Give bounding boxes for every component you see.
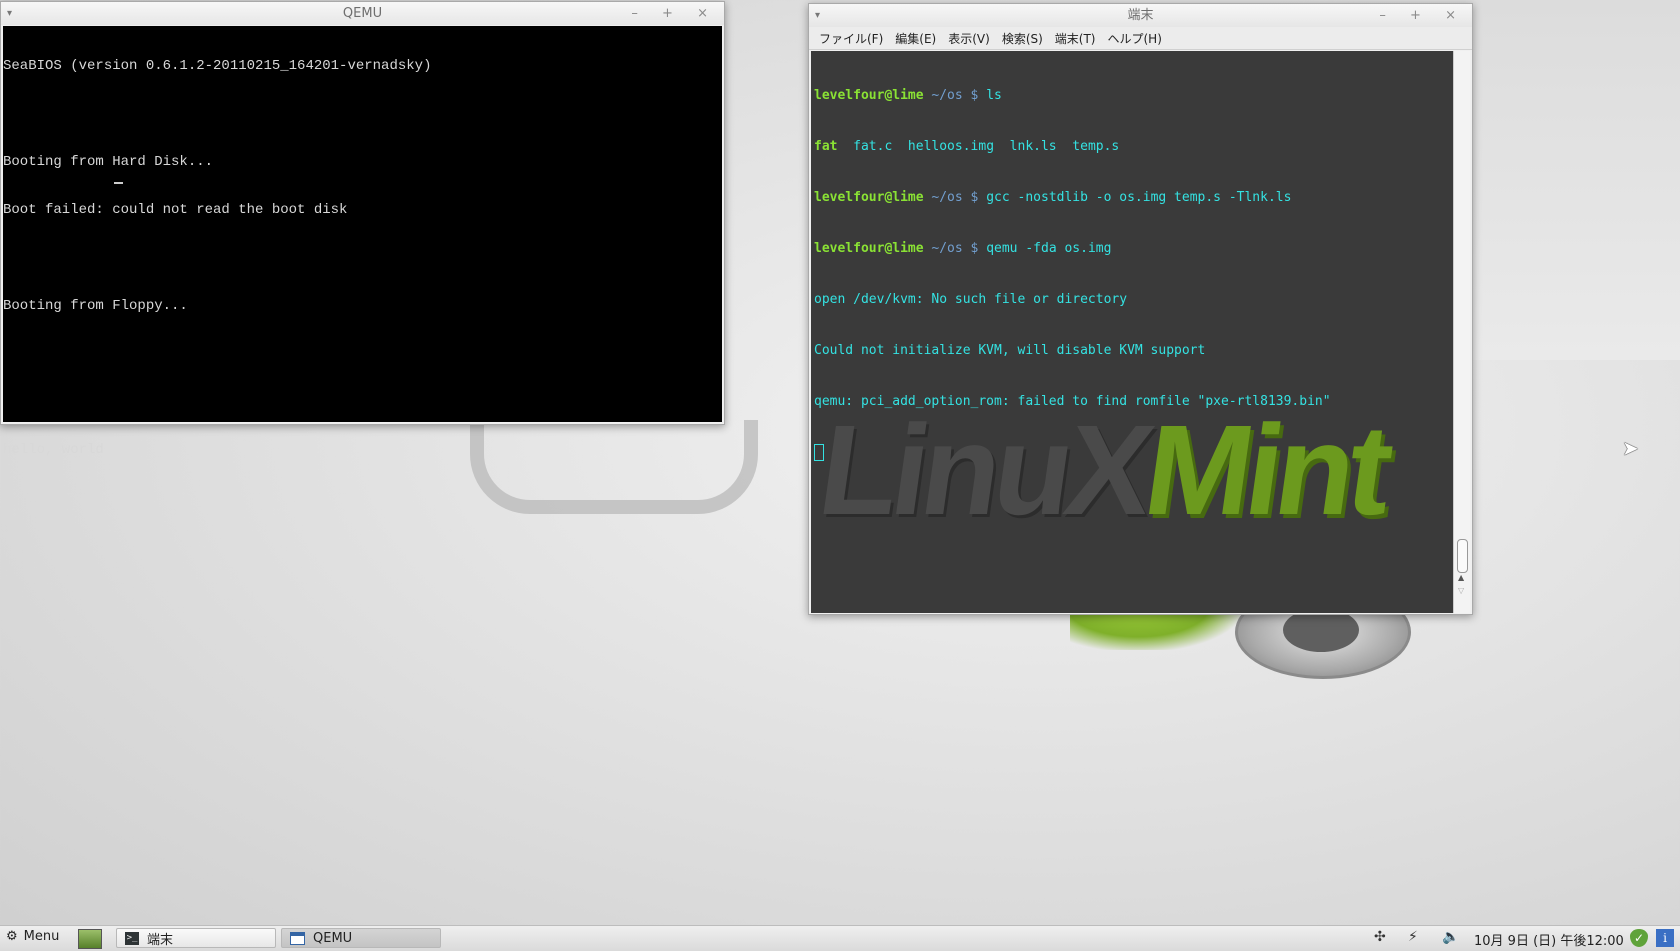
maximize-button[interactable]: + xyxy=(662,6,683,21)
menu-file[interactable]: ファイル(F) xyxy=(819,30,883,47)
terminal-line: open /dev/kvm: No such file or directory xyxy=(814,292,1128,307)
window-menu-icon[interactable]: ▾ xyxy=(7,2,12,25)
close-button[interactable]: × xyxy=(1445,8,1466,23)
window-controls: – + × xyxy=(1379,4,1466,27)
terminal-scrollbar[interactable]: ▲ ▽ xyxy=(1453,51,1470,613)
console-line: Booting from Hard Disk... xyxy=(3,154,214,170)
menu-gear-icon: ⚙ xyxy=(6,929,18,944)
prompt-dir: ~/os $ xyxy=(923,190,987,205)
window-controls: – + × xyxy=(631,2,718,25)
menu-view[interactable]: 表示(V) xyxy=(948,30,990,47)
taskbar-item-label: 端末 xyxy=(147,932,174,948)
volume-icon[interactable]: 🔈 xyxy=(1442,929,1459,945)
prompt-dir: ~/os $ xyxy=(923,241,987,256)
prompt-user: levelfour@lime xyxy=(814,241,924,256)
ls-file-entries: fat.c helloos.img lnk.ls temp.s xyxy=(837,139,1120,154)
window-title: QEMU xyxy=(342,6,383,21)
command-text: ls xyxy=(986,88,1002,103)
start-menu-label: Menu xyxy=(23,929,60,944)
console-cursor xyxy=(114,182,123,184)
prompt-dir: ~/os $ xyxy=(923,88,987,103)
qemu-console[interactable]: SeaBIOS (version 0.6.1.2-20110215_164201… xyxy=(3,26,722,458)
console-line: SeaBIOS (version 0.6.1.2-20110215_164201… xyxy=(3,58,432,74)
update-shield-icon[interactable]: ✓ xyxy=(1630,929,1648,947)
menu-help[interactable]: ヘルプ(H) xyxy=(1108,30,1162,47)
ls-dir-entry: fat xyxy=(814,139,838,154)
console-line: hello, world xyxy=(3,442,104,458)
terminal-line: levelfour@lime ~/os $ gcc -nostdlib -o o… xyxy=(814,189,1331,206)
window-icon xyxy=(290,931,305,945)
terminal-line: fat fat.c helloos.img lnk.ls temp.s xyxy=(814,138,1331,155)
scroll-up-icon[interactable]: ▲ xyxy=(1458,573,1464,582)
scroll-down-icon[interactable]: ▽ xyxy=(1458,586,1464,595)
maximize-button[interactable]: + xyxy=(1410,8,1431,23)
start-menu-button[interactable]: ⚙ Menu xyxy=(6,929,59,944)
terminal-titlebar[interactable]: ▾ 端末 – + × xyxy=(809,4,1472,27)
terminal-line: Could not initialize KVM, will disable K… xyxy=(814,343,1206,358)
prompt-user: levelfour@lime xyxy=(814,190,924,205)
scrollbar-thumb[interactable] xyxy=(1457,539,1468,573)
taskbar: ⚙ Menu >_ 端末 QEMU ✣ ⚡ 🔈 10月 9日 (日) 午後12:… xyxy=(0,925,1680,951)
console-line: Booting from Floppy... xyxy=(3,298,188,314)
taskbar-item-qemu[interactable]: QEMU xyxy=(281,928,441,948)
terminal-cursor xyxy=(814,444,824,461)
close-button[interactable]: × xyxy=(697,6,718,21)
console-line: Boot failed: could not read the boot dis… xyxy=(3,202,348,218)
window-title: 端末 xyxy=(1127,8,1154,23)
terminal-menubar: ファイル(F) 編集(E) 表示(V) 検索(S) 端末(T) ヘルプ(H) xyxy=(809,27,1472,50)
qemu-titlebar[interactable]: ▾ QEMU – + × xyxy=(1,2,724,25)
clock[interactable]: 10月 9日 (日) 午後12:00 xyxy=(1474,930,1624,949)
window-menu-icon[interactable]: ▾ xyxy=(815,4,820,27)
network-icon[interactable]: ⚡ xyxy=(1408,929,1418,945)
minimize-button[interactable]: – xyxy=(631,6,648,21)
menu-edit[interactable]: 編集(E) xyxy=(895,30,936,47)
show-desktop-icon[interactable] xyxy=(78,929,102,949)
command-text: qemu -fda os.img xyxy=(986,241,1112,256)
command-text: gcc -nostdlib -o os.img temp.s -Tlnk.ls xyxy=(986,190,1292,205)
info-icon[interactable]: i xyxy=(1656,929,1674,947)
terminal-window[interactable]: ▾ 端末 – + × ファイル(F) 編集(E) 表示(V) 検索(S) 端末(… xyxy=(808,3,1473,615)
qemu-window[interactable]: ▾ QEMU – + × SeaBIOS (version 0.6.1.2-20… xyxy=(0,1,725,458)
terminal-line: levelfour@lime ~/os $ ls xyxy=(814,87,1331,104)
terminal-line: qemu: pci_add_option_rom: failed to find… xyxy=(814,394,1331,409)
taskbar-item-terminal[interactable]: >_ 端末 xyxy=(116,928,276,948)
mouse-pointer-icon: ➤ xyxy=(1622,436,1639,460)
terminal-output[interactable]: LinuXMint levelfour@lime ~/os $ ls fat f… xyxy=(811,51,1454,613)
dropbox-icon[interactable]: ✣ xyxy=(1374,929,1386,945)
terminal-line xyxy=(814,444,1331,461)
prompt-user: levelfour@lime xyxy=(814,88,924,103)
menu-terminal[interactable]: 端末(T) xyxy=(1055,30,1096,47)
minimize-button[interactable]: – xyxy=(1379,8,1396,23)
terminal-icon: >_ xyxy=(125,931,139,945)
menu-search[interactable]: 検索(S) xyxy=(1002,30,1043,47)
terminal-line: levelfour@lime ~/os $ qemu -fda os.img xyxy=(814,240,1331,257)
taskbar-item-label: QEMU xyxy=(313,930,353,946)
